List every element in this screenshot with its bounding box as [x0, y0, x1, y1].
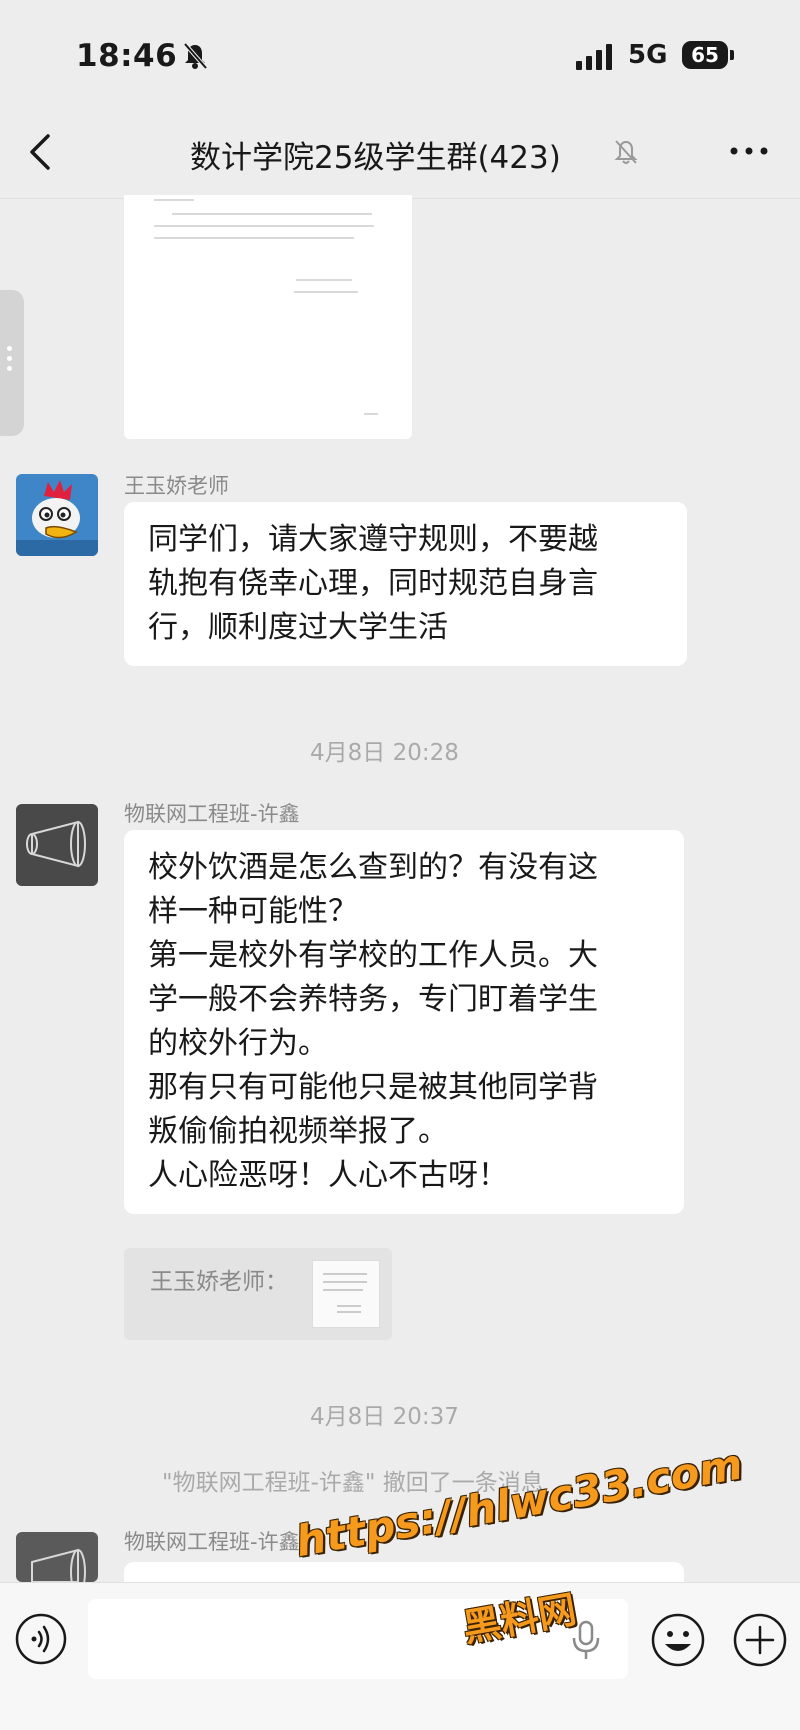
quoted-sender: 王玉娇老师： — [150, 1269, 288, 1295]
plus-icon[interactable] — [732, 1612, 788, 1668]
battery-tip — [730, 50, 734, 60]
message-timestamp: 4月8日 20:37 — [310, 1404, 459, 1430]
more-options-icon[interactable] — [726, 136, 772, 166]
side-drawer-handle[interactable] — [0, 290, 24, 436]
watermark-url: https://hlwc33.com — [292, 1439, 747, 1567]
status-time: 18:46 — [76, 38, 178, 74]
bell-muted-icon — [183, 42, 208, 70]
voice-input-icon[interactable] — [14, 1612, 68, 1666]
teacher-avatar[interactable] — [16, 474, 98, 556]
document-image-message[interactable] — [124, 195, 412, 439]
sender-name: 王玉娇老师 — [124, 474, 229, 498]
message-bubble[interactable]: 同学们，请大家遵守规则，不要越 轨抱有侥幸心理，同时规范自身言 行，顺利度过大学… — [124, 502, 687, 666]
message-line: 叛偷偷拍视频举报了。 — [148, 1114, 448, 1149]
quoted-image-thumbnail[interactable] — [312, 1260, 380, 1328]
sender-name: 物联网工程班-许鑫 — [124, 1530, 300, 1554]
emoji-icon[interactable] — [650, 1612, 706, 1668]
message-timestamp: 4月8日 20:28 — [310, 740, 459, 766]
network-type: 5G — [628, 40, 668, 70]
message-line: 校外饮酒是怎么查到的？有没有这 — [148, 850, 598, 885]
message-line: 学一般不会养特务，专门盯着学生 — [148, 982, 598, 1017]
mute-bell-icon — [614, 140, 638, 164]
message-line: 同学们，请大家遵守规则，不要越 — [148, 522, 598, 557]
message-bubble[interactable]: 校外饮酒是怎么查到的？有没有这 样一种可能性？ 第一是校外有学校的工作人员。大 … — [124, 830, 684, 1214]
message-line: 人心险恶呀！人心不古呀！ — [148, 1158, 508, 1193]
message-line: 行，顺利度过大学生活 — [148, 610, 448, 645]
back-arrow-icon[interactable] — [20, 130, 60, 174]
battery-icon: 65 — [682, 41, 728, 69]
message-line: 轨抱有侥幸心理，同时规范自身言 — [148, 566, 598, 601]
chat-title: 数计学院25级学生群(423) — [190, 140, 561, 176]
message-line: 那有只有可能他只是被其他同学背 — [148, 1070, 598, 1105]
message-line: 样一种可能性？ — [148, 894, 358, 929]
message-line: 的校外行为。 — [148, 1026, 328, 1061]
message-line: 第一是校外有学校的工作人员。大 — [148, 938, 598, 973]
sender-name: 物联网工程班-许鑫 — [124, 802, 300, 826]
student-avatar[interactable] — [16, 804, 98, 886]
student-avatar[interactable] — [16, 1532, 98, 1582]
signal-icon — [576, 44, 612, 70]
